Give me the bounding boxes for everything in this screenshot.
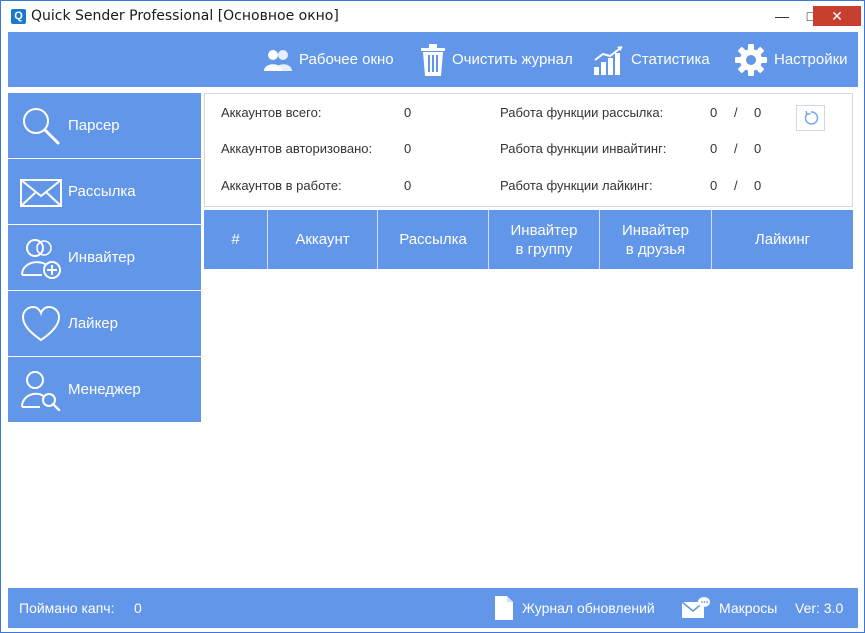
users-icon xyxy=(264,49,292,71)
column-label: Рассылка xyxy=(399,231,467,248)
accounts-total-value: 0 xyxy=(404,105,412,120)
column-label: Лайкинг xyxy=(754,231,811,248)
liking-label: Работа функции лайкинг: xyxy=(500,178,653,193)
column-header-invite-group[interactable]: Инвайтер в группу xyxy=(489,210,600,269)
accounts-total-label: Аккаунтов всего: xyxy=(221,105,322,120)
column-label: Инвайтер в группу xyxy=(510,221,578,258)
sidebar-item-mailing[interactable]: Рассылка xyxy=(8,159,201,224)
column-label: # xyxy=(231,231,240,248)
clear-log-label: Очистить журнал xyxy=(452,51,573,68)
user-search-icon xyxy=(21,371,61,411)
captcha-count-label: Поймано капч: xyxy=(19,600,115,616)
macros-button[interactable]: Макросы xyxy=(681,588,777,628)
user-add-icon xyxy=(21,239,61,279)
mailing-separator: / xyxy=(734,105,738,120)
sidebar-item-label: Парсер xyxy=(68,117,120,134)
refresh-button[interactable] xyxy=(796,105,825,131)
close-button[interactable]: ✕ xyxy=(813,6,861,26)
mailing-done-value: 0 xyxy=(710,105,718,120)
liking-total-value: 0 xyxy=(754,178,762,193)
minimize-button[interactable]: — xyxy=(767,1,797,31)
inviting-done-value: 0 xyxy=(710,141,718,156)
liking-separator: / xyxy=(734,178,738,193)
version-label: Ver: 3.0 xyxy=(795,600,844,616)
column-header-index[interactable]: # xyxy=(204,210,268,269)
work-window-label: Рабочее окно xyxy=(299,51,394,68)
title-bar: Q Quick Sender Professional [Основное ок… xyxy=(1,1,864,32)
liking-done-value: 0 xyxy=(710,178,718,193)
sidebar-item-manager[interactable]: Менеджер xyxy=(8,357,201,422)
accounts-auth-label: Аккаунтов авторизовано: xyxy=(221,141,373,156)
heart-icon xyxy=(21,305,61,342)
sidebar-item-liker[interactable]: Лайкер xyxy=(8,291,201,356)
sidebar-item-parser[interactable]: Парсер xyxy=(8,93,201,158)
status-bar: Поймано капч: 0 Журнал обновлений Макрос… xyxy=(8,588,858,628)
envelope-icon xyxy=(20,179,62,207)
sidebar-item-label: Менеджер xyxy=(68,381,141,398)
refresh-icon xyxy=(804,110,818,125)
update-log-label: Журнал обновлений xyxy=(522,600,655,616)
column-header-invite-friends[interactable]: Инвайтер в друзья xyxy=(600,210,712,269)
inviting-separator: / xyxy=(734,141,738,156)
inviting-total-value: 0 xyxy=(754,141,762,156)
sidebar-item-label: Лайкер xyxy=(68,315,118,332)
statistics-label: Статистика xyxy=(631,51,710,68)
column-header-mailing[interactable]: Рассылка xyxy=(378,210,489,269)
document-icon xyxy=(495,596,513,620)
main-window: Q Quick Sender Professional [Основное ок… xyxy=(0,0,865,633)
settings-button[interactable]: Настройки xyxy=(734,32,848,87)
sidebar: Парсер Рассылка Инвайтер Лайкер Менеджер xyxy=(8,93,202,423)
column-label: Инвайтер в друзья xyxy=(622,221,689,258)
work-window-button[interactable]: Рабочее окно xyxy=(263,32,394,87)
gear-icon xyxy=(735,43,767,76)
accounts-auth-value: 0 xyxy=(404,141,412,156)
top-toolbar: Рабочее окно Очистить журнал Статистика … xyxy=(8,32,858,87)
chart-icon xyxy=(594,45,623,75)
settings-label: Настройки xyxy=(774,51,848,68)
envelope-message-icon xyxy=(681,597,710,618)
sidebar-item-label: Инвайтер xyxy=(68,249,135,266)
sidebar-item-inviter[interactable]: Инвайтер xyxy=(8,225,201,290)
clear-log-button[interactable]: Очистить журнал xyxy=(420,32,573,87)
accounts-working-label: Аккаунтов в работе: xyxy=(221,178,342,193)
window-title: Quick Sender Professional [Основное окно… xyxy=(31,8,339,24)
captcha-count-value: 0 xyxy=(134,600,142,616)
mailing-label: Работа функции рассылка: xyxy=(500,105,664,120)
inviting-label: Работа функции инвайтинг: xyxy=(500,141,667,156)
column-label: Аккаунт xyxy=(295,231,350,248)
update-log-button[interactable]: Журнал обновлений xyxy=(494,588,655,628)
accounts-table-header: # Аккаунт Рассылка Инвайтер в группу Инва… xyxy=(204,210,853,269)
search-icon xyxy=(23,108,60,145)
app-logo-icon: Q xyxy=(11,9,26,24)
accounts-working-value: 0 xyxy=(404,178,412,193)
stats-panel: Аккаунтов всего: 0 Аккаунтов авторизован… xyxy=(204,93,853,207)
macros-label: Макросы xyxy=(719,600,778,616)
mailing-total-value: 0 xyxy=(754,105,762,120)
trash-icon xyxy=(421,43,445,76)
column-header-account[interactable]: Аккаунт xyxy=(268,210,378,269)
sidebar-item-label: Рассылка xyxy=(68,183,136,200)
statistics-button[interactable]: Статистика xyxy=(593,32,710,87)
column-header-liking[interactable]: Лайкинг xyxy=(712,210,853,269)
